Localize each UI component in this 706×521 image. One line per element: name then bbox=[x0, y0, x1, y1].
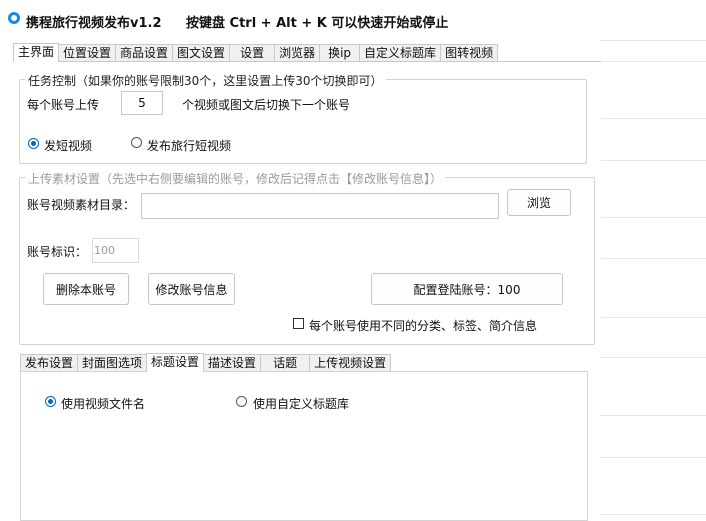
main-tab-bar: 主界面 位置设置 商品设置 图文设置 设置 浏览器 换ip 自定义标题库 图转视… bbox=[13, 43, 499, 62]
use-filename-label[interactable]: 使用视频文件名 bbox=[61, 395, 145, 412]
different-info-checkbox[interactable] bbox=[293, 318, 304, 329]
per-account-label: 每个账号上传 bbox=[27, 98, 100, 112]
tab-location[interactable]: 位置设置 bbox=[58, 44, 117, 61]
travel-video-radio[interactable] bbox=[131, 137, 142, 148]
short-video-radio[interactable] bbox=[28, 138, 39, 149]
sub-tab-bar: 发布设置 封面图选项 标题设置 描述设置 话题 上传视频设置 bbox=[20, 353, 392, 372]
subtab-upload-video[interactable]: 上传视频设置 bbox=[309, 354, 392, 371]
tab-change-ip[interactable]: 换ip bbox=[319, 44, 361, 61]
subtab-title[interactable]: 标题设置 bbox=[146, 353, 205, 372]
task-control-group bbox=[19, 79, 587, 164]
tab-image-to-video[interactable]: 图转视频 bbox=[440, 44, 499, 61]
use-filename-radio[interactable] bbox=[45, 396, 56, 407]
material-dir-input[interactable] bbox=[141, 193, 499, 219]
subtab-description[interactable]: 描述设置 bbox=[203, 354, 262, 371]
window-title: 携程旅行视频发布v1.2 bbox=[26, 16, 162, 31]
hotkey-hint: 按键盘 Ctrl + Alt + K 可以快速开始或停止 bbox=[186, 16, 449, 31]
account-id-input[interactable]: 100 bbox=[92, 238, 139, 263]
per-account-input[interactable]: 5 bbox=[121, 91, 163, 115]
app-logo-icon bbox=[8, 12, 20, 24]
short-video-label[interactable]: 发短视频 bbox=[44, 137, 92, 154]
tab-main[interactable]: 主界面 bbox=[13, 43, 60, 62]
tab-browser[interactable]: 浏览器 bbox=[274, 44, 321, 61]
modify-account-button[interactable]: 修改账号信息 bbox=[148, 273, 235, 305]
use-custom-titles-radio[interactable] bbox=[236, 396, 247, 407]
different-info-label[interactable]: 每个账号使用不同的分类、标签、简介信息 bbox=[309, 317, 537, 334]
config-login-button[interactable]: 配置登陆账号：100 bbox=[371, 273, 563, 305]
tab-custom-titles[interactable]: 自定义标题库 bbox=[359, 44, 442, 61]
material-dir-label: 账号视频素材目录： bbox=[27, 198, 136, 212]
use-custom-titles-label[interactable]: 使用自定义标题库 bbox=[253, 395, 349, 412]
task-control-legend: 任务控制（如果你的账号限制30个，这里设置上传30个切换即可） bbox=[25, 72, 386, 89]
upload-settings-legend: 上传素材设置（先选中右侧要编辑的账号，修改后记得点击【修改账号信息】） bbox=[25, 170, 446, 187]
subtab-cover[interactable]: 封面图选项 bbox=[77, 354, 148, 371]
sub-tab-panel bbox=[20, 371, 588, 521]
account-id-label: 账号标识： bbox=[27, 245, 88, 259]
subtab-topics[interactable]: 话题 bbox=[260, 354, 311, 371]
tab-image-text[interactable]: 图文设置 bbox=[172, 44, 231, 61]
travel-video-label[interactable]: 发布旅行短视频 bbox=[147, 137, 231, 154]
delete-account-button[interactable]: 删除本账号 bbox=[43, 273, 129, 305]
browse-button[interactable]: 浏览 bbox=[507, 189, 571, 216]
account-list-area[interactable] bbox=[600, 0, 706, 515]
tab-settings[interactable]: 设置 bbox=[229, 44, 276, 61]
tab-product[interactable]: 商品设置 bbox=[115, 44, 174, 61]
subtab-publish[interactable]: 发布设置 bbox=[20, 354, 79, 371]
per-account-suffix: 个视频或图文后切换下一个账号 bbox=[182, 98, 351, 112]
